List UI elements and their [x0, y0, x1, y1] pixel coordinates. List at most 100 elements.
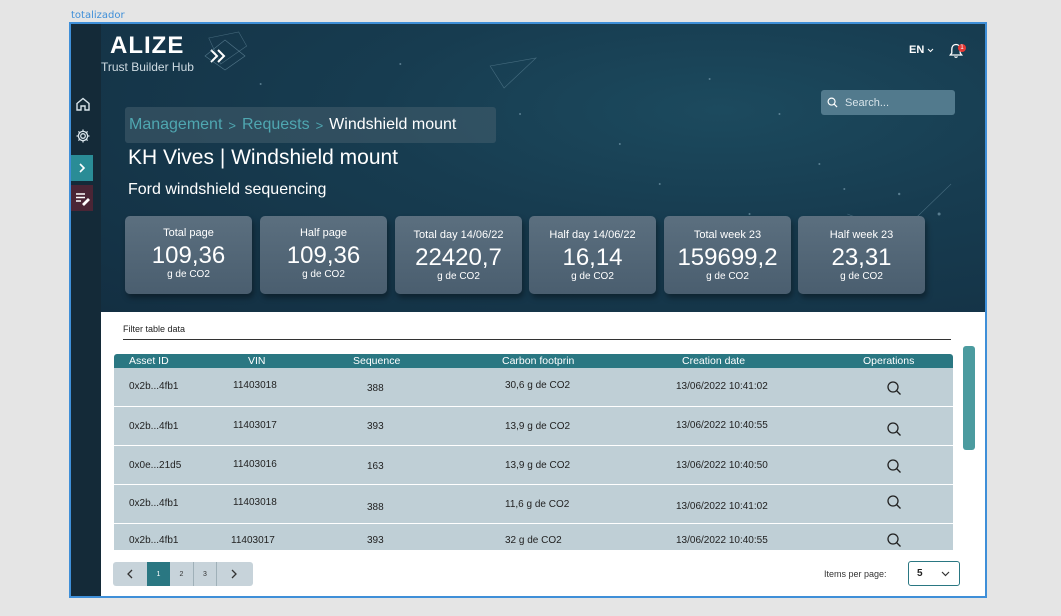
column-header-asset-id[interactable]: Asset ID — [129, 355, 169, 367]
cell-asset-id: 0x0e...21d5 — [129, 460, 182, 471]
search-icon[interactable] — [886, 494, 902, 510]
chevron-left-icon — [127, 569, 133, 579]
expand-sidebar-button[interactable] — [71, 155, 93, 181]
content-area: Filter table data Asset ID VIN Sequence … — [101, 312, 985, 596]
cell-sequence: 163 — [367, 461, 384, 472]
page-button-2[interactable]: 2 — [170, 562, 193, 586]
cell-asset-id: 0x2b...4fb1 — [129, 498, 179, 509]
cell-creation-date: 13/06/2022 10:40:55 — [676, 535, 768, 546]
search-icon[interactable] — [886, 532, 902, 548]
cell-asset-id: 0x2b...4fb1 — [129, 381, 179, 392]
cell-creation-date: 13/06/2022 10:40:50 — [676, 460, 768, 471]
stat-card-total-day: Total day 14/06/22 22420,7 g de CO2 — [395, 216, 522, 294]
table-scrollbar[interactable] — [963, 346, 975, 450]
cell-sequence: 393 — [367, 421, 384, 432]
items-per-page-value: 5 — [917, 568, 923, 579]
table-row[interactable]: 0x2b...4fb1 11403017 393 13,9 g de CO2 1… — [114, 407, 953, 446]
language-selector[interactable]: EN — [909, 44, 934, 56]
chevron-right-icon — [79, 163, 86, 173]
edit-list-icon[interactable] — [71, 185, 93, 211]
table-row[interactable]: 0x2b...4fb1 11403018 388 11,6 g de CO2 1… — [114, 485, 953, 524]
page-title: KH Vives | Windshield mount — [128, 146, 399, 169]
stat-card-value: 159699,2 — [677, 244, 778, 271]
cell-vin: 11403016 — [233, 459, 277, 470]
cell-vin: 11403017 — [231, 535, 275, 546]
items-per-page-select[interactable]: 5 — [908, 561, 960, 586]
breadcrumb-separator-icon: > — [228, 117, 236, 133]
stat-card-label: Half day 14/06/22 — [549, 229, 636, 241]
cell-vin: 11403018 — [233, 380, 277, 391]
table-row[interactable]: 0x0e...21d5 11403016 163 13,9 g de CO2 1… — [114, 446, 953, 485]
search-icon[interactable] — [886, 421, 902, 437]
pagination: 1 2 3 — [113, 562, 253, 586]
stat-card-total-week: Total week 23 159699,2 g de CO2 — [664, 216, 791, 294]
brand-subtitle: Trust Builder Hub — [101, 60, 194, 74]
stat-card-half-week: Half week 23 23,31 g de CO2 — [798, 216, 925, 294]
chevron-down-icon — [941, 571, 949, 576]
data-table: Asset ID VIN Sequence Carbon footprin Cr… — [114, 354, 953, 550]
stat-card-unit: g de CO2 — [302, 269, 345, 280]
stat-card-label: Total day 14/06/22 — [413, 229, 504, 241]
stat-card-value: 23,31 — [831, 244, 892, 271]
page-subtitle: Ford windshield sequencing — [128, 181, 327, 198]
hero-header: ALIZE Trust Builder Hub EN 1 Management … — [101, 24, 985, 312]
search-box[interactable] — [821, 90, 955, 115]
notification-badge: 1 — [958, 44, 966, 52]
items-per-page-label: Items per page: — [824, 569, 887, 579]
frame-label: totalizador — [71, 10, 125, 21]
page-button-3[interactable]: 3 — [193, 562, 216, 586]
search-icon[interactable] — [886, 380, 902, 396]
stat-card-unit: g de CO2 — [167, 269, 210, 280]
column-header-carbon-footprint[interactable]: Carbon footprin — [502, 355, 574, 367]
cell-asset-id: 0x2b...4fb1 — [129, 535, 179, 546]
stat-card-unit: g de CO2 — [706, 271, 749, 282]
search-icon[interactable] — [886, 458, 902, 474]
stat-card-half-page: Half page 109,36 g de CO2 — [260, 216, 387, 294]
stat-card-label: Total week 23 — [693, 229, 762, 241]
breadcrumb-link-requests[interactable]: Requests — [242, 116, 310, 134]
search-icon — [827, 97, 838, 108]
stat-card-total-page: Total page 109,36 g de CO2 — [125, 216, 252, 294]
next-page-button[interactable] — [216, 562, 250, 586]
column-header-sequence[interactable]: Sequence — [353, 355, 400, 367]
gear-icon[interactable] — [72, 124, 94, 148]
stat-card-unit: g de CO2 — [840, 271, 883, 282]
table-header: Asset ID VIN Sequence Carbon footprin Cr… — [114, 354, 953, 368]
cell-creation-date: 13/06/2022 10:41:02 — [676, 381, 768, 392]
cell-vin: 11403018 — [233, 497, 277, 508]
cell-sequence: 393 — [367, 535, 384, 546]
stat-card-label: Half week 23 — [829, 229, 894, 241]
cell-carbon-footprint: 11,6 g de CO2 — [505, 499, 570, 510]
chevron-right-icon — [231, 569, 237, 579]
cell-carbon-footprint: 13,9 g de CO2 — [505, 460, 571, 471]
column-header-operations: Operations — [863, 355, 915, 367]
breadcrumb: Management > Requests > Windshield mount — [125, 107, 496, 143]
column-header-creation-date[interactable]: Creation date — [682, 355, 745, 367]
breadcrumb-separator-icon: > — [315, 117, 324, 133]
filter-input[interactable]: Filter table data — [123, 320, 951, 340]
search-input[interactable] — [845, 96, 941, 109]
cell-sequence: 388 — [367, 502, 384, 513]
page-button-1[interactable]: 1 — [147, 562, 170, 586]
table-row[interactable]: 0x2b...4fb1 11403017 393 32 g de CO2 13/… — [114, 524, 953, 550]
stat-card-value: 109,36 — [151, 242, 226, 269]
sidebar — [71, 24, 101, 596]
home-icon[interactable] — [72, 92, 94, 116]
table-row[interactable]: 0x2b...4fb1 11403018 388 30,6 g de CO2 1… — [114, 368, 953, 407]
breadcrumb-current: Windshield mount — [329, 116, 457, 133]
cell-carbon-footprint: 32 g de CO2 — [505, 535, 562, 546]
cell-creation-date: 13/06/2022 10:40:55 — [676, 420, 768, 431]
stat-card-value: 22420,7 — [415, 244, 502, 271]
stat-card-value: 109,36 — [286, 242, 361, 269]
double-chevron-logo-icon — [204, 39, 246, 71]
cell-sequence: 388 — [367, 383, 384, 394]
brand-name: ALIZE — [110, 32, 185, 59]
stat-card-unit: g de CO2 — [571, 271, 614, 282]
stat-card-unit: g de CO2 — [437, 271, 480, 282]
cell-creation-date: 13/06/2022 10:41:02 — [676, 501, 768, 512]
cell-carbon-footprint: 13,9 g de CO2 — [505, 421, 571, 432]
column-header-vin[interactable]: VIN — [248, 355, 266, 367]
breadcrumb-link-management[interactable]: Management — [129, 116, 222, 134]
prev-page-button[interactable] — [113, 562, 147, 586]
stat-card-half-day: Half day 14/06/22 16,14 g de CO2 — [529, 216, 656, 294]
